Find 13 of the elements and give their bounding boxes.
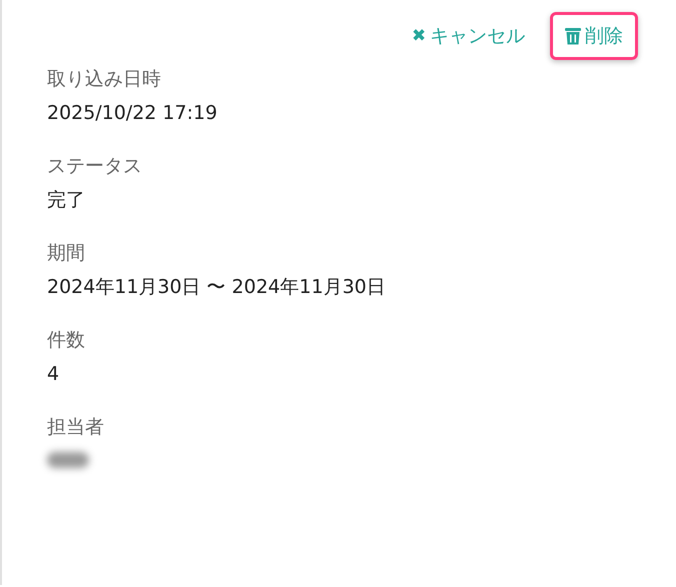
field-label: 件数 <box>47 328 86 353</box>
field-label: 期間 <box>47 241 86 266</box>
field-label: ステータス <box>47 154 143 179</box>
field-value: 2025/10/22 17:19 <box>47 101 218 126</box>
field-value: 完了 <box>47 188 86 213</box>
field-value: 2024年11月30日 〜 2024年11月30日 <box>47 275 386 300</box>
field-label: 取り込み日時 <box>47 67 162 92</box>
field-label: 担当者 <box>47 415 105 440</box>
trash-icon <box>565 27 581 45</box>
field-value: 4 <box>47 362 60 387</box>
blurred-text <box>47 452 89 468</box>
cancel-button[interactable]: ✖ キャンセル <box>396 12 540 60</box>
delete-button[interactable]: 削除 <box>550 12 638 60</box>
